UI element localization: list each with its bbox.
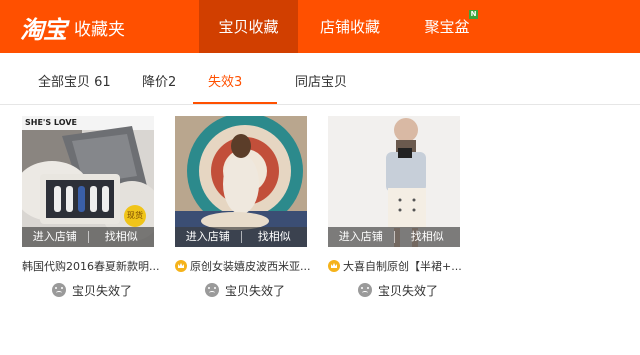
product-title: 韩国代购2016春夏新款明... [22, 260, 160, 273]
logo-subtitle: 收藏夹 [74, 19, 125, 40]
new-badge: N [469, 10, 478, 19]
active-tab-indicator [193, 102, 277, 104]
favorite-item-card: 进入店铺 找相似 原创女装嬉皮波西米亚... 宝贝失效了 [175, 116, 311, 306]
product-image[interactable]: SHE'S LOVE 现货 进入店铺 找相似 [22, 116, 154, 247]
find-similar-button[interactable]: 找相似 [89, 227, 155, 247]
enter-shop-button[interactable]: 进入店铺 [175, 227, 241, 247]
enter-shop-button[interactable]: 进入店铺 [328, 227, 394, 247]
tab-price-drop[interactable]: 降价2 [142, 53, 176, 105]
top-header: 淘宝 收藏夹 宝贝收藏 店铺收藏 聚宝盆 N [0, 0, 640, 53]
product-image[interactable]: 进入店铺 找相似 [328, 116, 460, 247]
status-text: 宝贝失效了 [225, 283, 286, 298]
image-action-bar: 进入店铺 找相似 [328, 227, 460, 247]
sad-face-icon [52, 283, 66, 297]
invalid-status: 宝贝失效了 [52, 282, 132, 298]
logo-mark: 淘宝 [20, 15, 67, 44]
tab-invalid[interactable]: 失效3 [208, 53, 242, 105]
favorite-item-card: 进入店铺 找相似 大喜自制原创【半裙+... 宝贝失效了 [328, 116, 462, 306]
image-action-bar: 进入店铺 找相似 [175, 227, 307, 247]
find-similar-button[interactable]: 找相似 [395, 227, 461, 247]
crown-icon [175, 260, 187, 272]
nav-item-jubaopen[interactable]: 聚宝盆 [402, 0, 492, 53]
brand-text: SHE'S LOVE [25, 118, 77, 127]
tabs-divider [0, 104, 640, 105]
invalid-status: 宝贝失效了 [205, 282, 285, 298]
product-title: 原创女装嬉皮波西米亚... [190, 260, 311, 273]
product-title: 大喜自制原创【半裙+... [343, 260, 462, 273]
in-stock-badge: 现货 [124, 205, 146, 227]
enter-shop-button[interactable]: 进入店铺 [22, 227, 88, 247]
find-similar-button[interactable]: 找相似 [242, 227, 308, 247]
favorite-item-card: SHE'S LOVE 现货 进入店铺 找相似 韩国代购2016春夏新款明... … [22, 116, 159, 306]
crown-icon [328, 260, 340, 272]
status-text: 宝贝失效了 [72, 283, 133, 298]
status-text: 宝贝失效了 [378, 283, 439, 298]
product-title-row[interactable]: 原创女装嬉皮波西米亚... [175, 258, 315, 274]
nav-item-favorites-shops[interactable]: 店铺收藏 [300, 0, 400, 53]
product-title-row[interactable]: 韩国代购2016春夏新款明... [22, 258, 162, 274]
invalid-status: 宝贝失效了 [358, 282, 438, 298]
image-action-bar: 进入店铺 找相似 [22, 227, 154, 247]
taobao-logo[interactable]: 淘宝 收藏夹 [20, 9, 125, 45]
tab-all-items[interactable]: 全部宝贝 61 [38, 53, 111, 105]
sad-face-icon [358, 283, 372, 297]
tab-same-shop[interactable]: 同店宝贝 [295, 53, 347, 105]
product-image[interactable]: 进入店铺 找相似 [175, 116, 307, 247]
sad-face-icon [205, 283, 219, 297]
nav-item-favorites-goods[interactable]: 宝贝收藏 [199, 0, 298, 53]
filter-tabs: 全部宝贝 61 降价2 失效3 同店宝贝 [0, 53, 640, 105]
product-title-row[interactable]: 大喜自制原创【半裙+... [328, 258, 468, 274]
